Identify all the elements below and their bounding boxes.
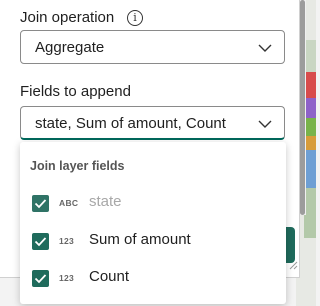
chevron-down-icon	[258, 44, 272, 52]
number-type-icon: 123	[59, 236, 75, 246]
apply-button-partial[interactable]	[286, 227, 295, 263]
field-name: Sum of amount	[89, 231, 191, 248]
dropdown-group-header: Join layer fields	[30, 159, 125, 173]
fields-to-append-select[interactable]: state, Sum of amount, Count	[20, 106, 285, 140]
string-type-icon: ABC	[59, 198, 79, 208]
number-type-icon: 123	[59, 273, 75, 283]
panel-scrollbar-thumb[interactable]	[300, 0, 305, 215]
field-name: state	[89, 193, 122, 210]
join-operation-label: Join operation	[20, 9, 115, 26]
checkbox-checked[interactable]	[32, 270, 49, 287]
fields-to-append-label: Fields to append	[20, 83, 131, 100]
join-operation-value: Aggregate	[35, 39, 105, 56]
list-item-sum-of-amount[interactable]: 123 Sum of amount	[20, 223, 286, 259]
checkbox-checked[interactable]	[32, 195, 49, 212]
list-item-count[interactable]: 123 Count	[20, 260, 286, 296]
join-operation-select[interactable]: Aggregate	[20, 30, 285, 64]
checkbox-checked[interactable]	[32, 233, 49, 250]
chevron-down-icon	[258, 120, 272, 128]
list-item-state[interactable]: ABC state	[20, 185, 286, 221]
info-icon[interactable]: i	[127, 10, 143, 26]
fields-to-append-value: state, Sum of amount, Count	[35, 115, 226, 132]
field-name: Count	[89, 268, 130, 285]
resize-grip-icon[interactable]	[288, 260, 298, 270]
